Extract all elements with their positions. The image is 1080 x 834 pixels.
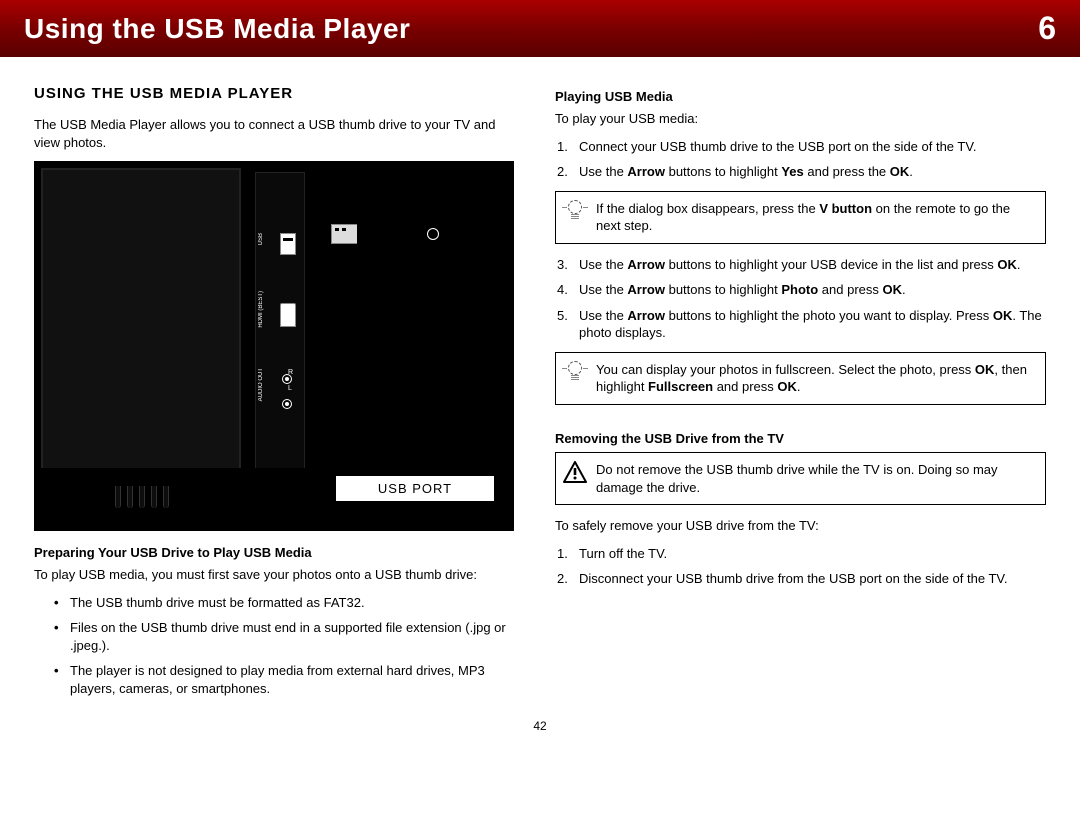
list-item: The player is not designed to play media… [34, 662, 525, 697]
warning-box: Do not remove the USB thumb drive while … [555, 452, 1046, 505]
lightbulb-icon [564, 200, 586, 226]
chapter-number: 6 [1038, 10, 1056, 47]
list-item: Use the Arrow buttons to highlight the p… [555, 307, 1046, 342]
usb-drive-icon [331, 217, 441, 251]
tip-box: You can display your photos in fullscree… [555, 352, 1046, 405]
playing-heading: Playing USB Media [555, 89, 1046, 104]
lightbulb-icon [564, 361, 586, 387]
left-column: USING THE USB MEDIA PLAYER The USB Media… [34, 85, 525, 705]
list-item: Files on the USB thumb drive must end in… [34, 619, 525, 654]
usb-port-label: USB PORT [335, 475, 495, 502]
preparing-heading: Preparing Your USB Drive to Play USB Med… [34, 545, 525, 560]
usb-port-illustration: USB HDMI (BEST) AUDIO OUT RL [34, 161, 514, 531]
removing-intro: To safely remove your USB drive from the… [555, 517, 1046, 535]
tip-box: If the dialog box disappears, press the … [555, 191, 1046, 244]
removing-steps: Turn off the TV. Disconnect your USB thu… [555, 545, 1046, 588]
intro-text: The USB Media Player allows you to conne… [34, 116, 525, 151]
hdmi-slot-icon [280, 303, 296, 327]
usb-slot-icon [280, 233, 296, 255]
section-heading: USING THE USB MEDIA PLAYER [34, 85, 525, 102]
playing-intro: To play your USB media: [555, 110, 1046, 128]
list-item: Disconnect your USB thumb drive from the… [555, 570, 1046, 588]
preparing-text: To play USB media, you must first save y… [34, 566, 525, 584]
page-number: 42 [0, 715, 1080, 747]
list-item: Turn off the TV. [555, 545, 1046, 563]
audio-l-icon [282, 399, 292, 409]
chapter-header: Using the USB Media Player 6 [0, 0, 1080, 57]
list-item: Use the Arrow buttons to highlight Yes a… [555, 163, 1046, 181]
list-item: The USB thumb drive must be formatted as… [34, 594, 525, 612]
playing-steps: Connect your USB thumb drive to the USB … [555, 138, 1046, 181]
list-item: Use the Arrow buttons to highlight your … [555, 256, 1046, 274]
right-column: Playing USB Media To play your USB media… [555, 85, 1046, 705]
list-item: Connect your USB thumb drive to the USB … [555, 138, 1046, 156]
list-item: Use the Arrow buttons to highlight Photo… [555, 281, 1046, 299]
playing-steps-cont: Use the Arrow buttons to highlight your … [555, 256, 1046, 342]
preparing-list: The USB thumb drive must be formatted as… [34, 594, 525, 698]
warning-icon [563, 461, 587, 483]
chapter-title: Using the USB Media Player [24, 13, 410, 45]
removing-heading: Removing the USB Drive from the TV [555, 431, 1046, 446]
